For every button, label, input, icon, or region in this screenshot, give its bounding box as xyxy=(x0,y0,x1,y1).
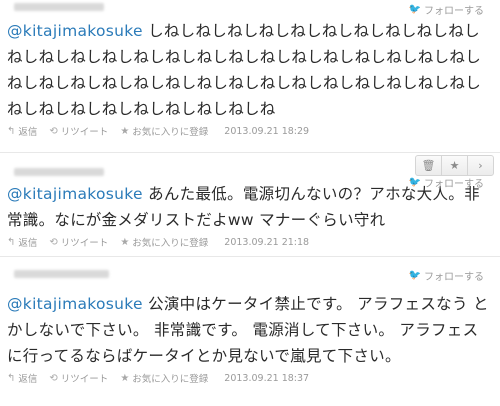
favorite-label: お気に入りに登録 xyxy=(132,374,209,385)
tweet-date[interactable]: 2013.09.21 18:37 xyxy=(224,373,309,384)
retweet-button[interactable]: ⟲ リツイート xyxy=(49,371,109,386)
reply-label: 返信 xyxy=(18,127,38,138)
follow-button[interactable]: 🐦 フォローする xyxy=(409,268,484,283)
follow-label: フォローする xyxy=(424,272,484,283)
favorite-button[interactable]: ★ お気に入りに登録 xyxy=(120,235,209,250)
retweet-button[interactable]: ⟲ リツイート xyxy=(49,124,109,139)
tweet-date[interactable]: 2013.09.21 21:18 xyxy=(224,237,309,248)
tweet-actions: ↰ 返信 ⟲ リツイート ★ お気に入りに登録 2013.09.21 18:37 xyxy=(7,371,492,386)
reply-icon: ↰ xyxy=(7,372,16,384)
reply-button[interactable]: ↰ 返信 xyxy=(7,124,38,139)
follow-label: フォローする xyxy=(424,179,484,190)
star-icon: ★ xyxy=(120,125,130,137)
tweet-header: 🐦 フォローする xyxy=(7,153,492,190)
retweet-label: リツイート xyxy=(60,127,109,138)
tweet-header: 🐦 フォローする xyxy=(7,257,492,291)
follow-label: フォローする xyxy=(424,6,484,17)
mention-link[interactable]: @kitajimakosuke xyxy=(7,22,143,40)
favorite-button[interactable]: ★ お気に入りに登録 xyxy=(120,124,209,139)
blurred-username xyxy=(14,168,104,176)
tweet-actions: ↰ 返信 ⟲ リツイート ★ お気に入りに登録 2013.09.21 21:18 xyxy=(7,235,492,250)
retweet-icon: ⟲ xyxy=(49,236,58,248)
star-icon: ★ xyxy=(120,236,130,248)
reply-icon: ↰ xyxy=(7,125,16,137)
reply-button[interactable]: ↰ 返信 xyxy=(7,235,38,250)
twitter-bird-icon: 🐦 xyxy=(408,177,421,188)
tweet-3: 🐦 フォローする @kitajimakosuke 公演中はケータイ禁止です。 ア… xyxy=(0,256,500,406)
retweet-icon: ⟲ xyxy=(49,125,58,137)
retweet-icon: ⟲ xyxy=(49,372,58,384)
favorite-label: お気に入りに登録 xyxy=(132,238,209,249)
reply-icon: ↰ xyxy=(7,236,16,248)
reply-label: 返信 xyxy=(18,238,38,249)
retweet-label: リツイート xyxy=(60,238,109,249)
twitter-bird-icon: 🐦 xyxy=(408,4,421,15)
twitter-bird-icon: 🐦 xyxy=(408,270,421,281)
tweet-text: @kitajimakosuke しねしねしねしねしねしねしねしねしねしねしねしね… xyxy=(7,18,492,122)
tweet-text: @kitajimakosuke 公演中はケータイ禁止です。 アラフェスなう とか… xyxy=(7,291,492,369)
favorite-label: お気に入りに登録 xyxy=(132,127,209,138)
mention-link[interactable]: @kitajimakosuke xyxy=(7,295,143,313)
tweet-1: 🐦 フォローする @kitajimakosuke しねしねしねしねしねしねしねし… xyxy=(0,0,500,152)
tweet-actions: ↰ 返信 ⟲ リツイート ★ お気に入りに登録 2013.09.21 18:29 xyxy=(7,124,492,139)
tweet-header: 🐦 フォローする xyxy=(7,0,492,18)
reply-button[interactable]: ↰ 返信 xyxy=(7,371,38,386)
tweet-2: 🗑 ★ › 🐦 フォローする @kitajimakosuke あんた最低。電源切… xyxy=(0,152,500,256)
blurred-username xyxy=(14,3,104,11)
reply-label: 返信 xyxy=(18,374,38,385)
favorite-button[interactable]: ★ お気に入りに登録 xyxy=(120,371,209,386)
blurred-username xyxy=(14,270,109,278)
follow-button[interactable]: 🐦 フォローする xyxy=(409,2,484,17)
retweet-button[interactable]: ⟲ リツイート xyxy=(49,235,109,250)
star-icon: ★ xyxy=(120,372,130,384)
tweet-date[interactable]: 2013.09.21 18:29 xyxy=(224,126,309,137)
follow-button[interactable]: 🐦 フォローする xyxy=(409,175,484,190)
retweet-label: リツイート xyxy=(60,374,109,385)
mention-link[interactable]: @kitajimakosuke xyxy=(7,185,143,203)
